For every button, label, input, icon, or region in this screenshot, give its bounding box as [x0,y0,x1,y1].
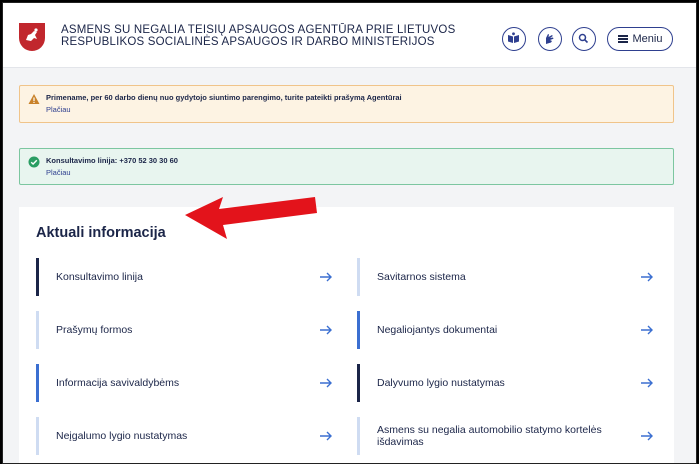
page: ASMENS SU NEGALIA TEISIŲ APSAUGOS AGENTŪ… [2,2,697,464]
arrow-right-icon [641,325,653,335]
link-savitarnos-sistema[interactable]: Savitarnos sistema [357,258,655,296]
agency-name[interactable]: ASMENS SU NEGALIA TEISIŲ APSAUGOS AGENTŪ… [61,24,481,48]
check-circle-icon [28,156,40,168]
agency-name-line1: ASMENS SU NEGALIA TEISIŲ APSAUGOS AGENTŪ… [61,24,456,36]
link-label: Dalyvumo lygio nustatymas [377,377,505,389]
arrow-right-icon [320,431,332,441]
sign-language-icon [546,34,554,44]
search-icon [578,33,589,44]
coat-of-arms-icon[interactable] [19,23,45,51]
arrow-right-icon [320,272,332,282]
link-label: Informacija savivaldybėms [56,377,180,389]
easy-read-button[interactable] [502,27,526,51]
link-prasymu-formos[interactable]: Prašymų formos [36,311,334,349]
arrow-right-icon [641,272,653,282]
link-label: Savitarnos sistema [377,271,466,283]
site-header: ASMENS SU NEGALIA TEISIŲ APSAUGOS AGENTŪ… [3,3,696,68]
section-title: Aktuali informacija [36,225,166,241]
current-info-section: Aktuali informacija Konsultavimo linija … [19,207,674,463]
arrow-right-icon [641,431,653,441]
link-informacija-savivaldybems[interactable]: Informacija savivaldybėms [36,364,334,402]
consultation-alert-text: Konsultavimo linija: +370 52 30 30 60 [46,156,178,165]
link-label: Neįgalumo lygio nustatymas [56,430,188,442]
consultation-alert-more-link[interactable]: Plačiau [46,168,71,177]
consultation-alert: Konsultavimo linija: +370 52 30 30 60 Pl… [19,148,674,185]
easy-read-icon [508,32,519,43]
link-label: Negaliojantys dokumentai [377,324,498,336]
link-label: Asmens su negalia automobilio statymo ko… [377,424,602,448]
agency-name-line2: RESPUBLIKOS SOCIALINĖS APSAUGOS IR DARBO… [61,36,435,48]
warning-icon [28,94,40,104]
link-accent-bar [357,311,360,349]
arrow-right-icon [320,378,332,388]
link-automobilio-statymo-kortele[interactable]: Asmens su negalia automobilio statymo ko… [357,417,655,455]
warning-alert: Primename, per 60 darbo dienų nuo gydyto… [19,85,674,123]
link-label: Prašymų formos [56,324,133,336]
annotation-arrow-icon [185,197,317,239]
link-accent-bar [36,417,39,455]
link-label: Konsultavimo linija [56,271,143,283]
link-accent-bar [357,417,360,455]
arrow-right-icon [320,325,332,335]
link-negaliojantys-dokumentai[interactable]: Negaliojantys dokumentai [357,311,655,349]
link-dalyvumo-lygio-nustatymas[interactable]: Dalyvumo lygio nustatymas [357,364,655,402]
menu-label: Meniu [632,33,663,45]
menu-button[interactable]: Meniu [607,27,673,51]
search-button[interactable] [572,27,596,51]
link-accent-bar [357,364,360,402]
sign-language-button[interactable] [538,27,562,51]
warning-alert-more-link[interactable]: Plačiau [46,105,71,114]
menu-icon [617,35,628,43]
link-accent-bar [36,364,39,402]
link-accent-bar [36,311,39,349]
link-accent-bar [36,258,39,296]
link-accent-bar [357,258,360,296]
warning-alert-text: Primename, per 60 darbo dienų nuo gydyto… [46,93,402,102]
link-konsultavimo-linija[interactable]: Konsultavimo linija [36,258,334,296]
link-neigalumo-lygio-nustatymas[interactable]: Neįgalumo lygio nustatymas [36,417,334,455]
arrow-right-icon [641,378,653,388]
